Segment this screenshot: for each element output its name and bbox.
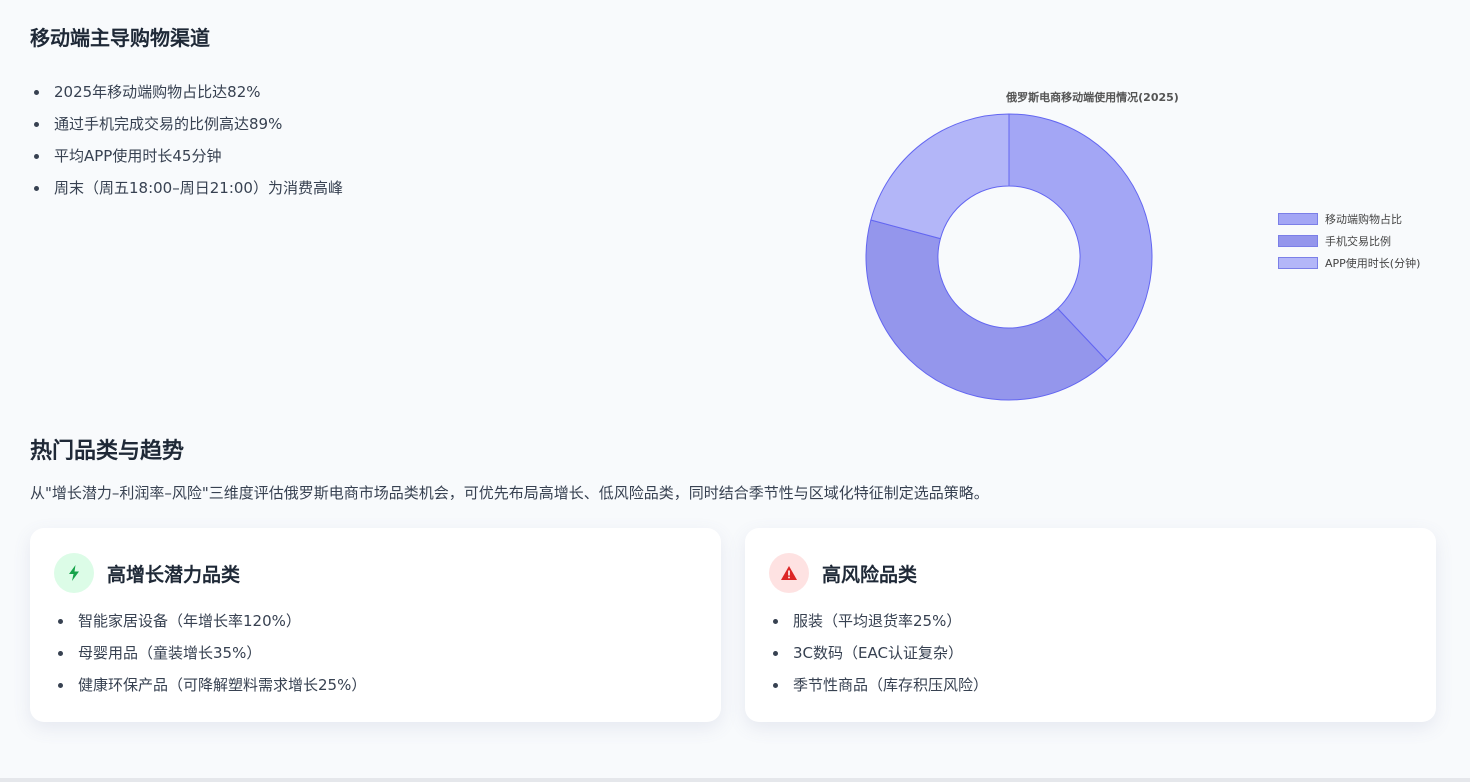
- list-item: 3C数码（EAC认证复杂）: [769, 637, 988, 669]
- chart-legend: 移动端购物占比 手机交易比例 APP使用时长(分钟): [1278, 208, 1420, 274]
- risk-categories-card: 高风险品类 服装（平均退货率25%） 3C数码（EAC认证复杂） 季节性商品（库…: [745, 528, 1436, 722]
- categories-intro: 从"增长潜力–利润率–风险"三维度评估俄罗斯电商市场品类机会，可优先布局高增长、…: [30, 484, 989, 502]
- risk-categories-list: 服装（平均退货率25%） 3C数码（EAC认证复杂） 季节性商品（库存积压风险）: [769, 605, 988, 701]
- card-title: 高增长潜力品类: [107, 563, 241, 586]
- legend-label: 手机交易比例: [1325, 235, 1391, 248]
- list-item: 周末（周五18:00–周日21:00）为消费高峰: [30, 172, 343, 204]
- bottom-edge: [0, 778, 1470, 782]
- mobile-usage-chart: 俄罗斯电商移动端使用情况(2025) 移动端购物占比 手机交易比例 APP使用时长(…: [840, 80, 1460, 410]
- growth-categories-list: 智能家居设备（年增长率120%） 母婴用品（童装增长35%） 健康环保产品（可降…: [54, 605, 366, 701]
- growth-categories-card: 高增长潜力品类 智能家居设备（年增长率120%） 母婴用品（童装增长35%） 健…: [30, 528, 721, 722]
- mobile-section-title: 移动端主导购物渠道: [30, 26, 210, 50]
- categories-section-title: 热门品类与趋势: [30, 439, 185, 464]
- list-item: 健康环保产品（可降解塑料需求增长25%）: [54, 669, 366, 701]
- legend-label: APP使用时长(分钟): [1325, 257, 1421, 270]
- donut-chart: [865, 113, 1153, 401]
- card-title: 高风险品类: [822, 563, 918, 586]
- legend-item[interactable]: 移动端购物占比: [1278, 208, 1420, 230]
- warning-triangle-icon: [769, 553, 809, 593]
- list-item: 服装（平均退货率25%）: [769, 605, 988, 637]
- legend-label: 移动端购物占比: [1325, 213, 1402, 226]
- legend-item[interactable]: 手机交易比例: [1278, 230, 1420, 252]
- list-item: 智能家居设备（年增长率120%）: [54, 605, 366, 637]
- list-item: 母婴用品（童装增长35%）: [54, 637, 366, 669]
- list-item: 通过手机完成交易的比例高达89%: [30, 108, 343, 140]
- card-header: 高增长潜力品类: [54, 553, 240, 593]
- legend-swatch: [1278, 257, 1318, 269]
- lightning-bolt-icon: [54, 553, 94, 593]
- list-item: 2025年移动端购物占比达82%: [30, 76, 343, 108]
- list-item: 季节性商品（库存积压风险）: [769, 669, 988, 701]
- card-header: 高风险品类: [769, 553, 917, 593]
- mobile-stats-list: 2025年移动端购物占比达82% 通过手机完成交易的比例高达89% 平均APP使…: [30, 76, 343, 204]
- pie-slice[interactable]: [1008, 113, 1153, 362]
- pie-slice[interactable]: [870, 113, 1010, 240]
- legend-swatch: [1278, 213, 1318, 225]
- legend-swatch: [1278, 235, 1318, 247]
- legend-item[interactable]: APP使用时长(分钟): [1278, 252, 1420, 274]
- page: 移动端主导购物渠道 2025年移动端购物占比达82% 通过手机完成交易的比例高达…: [0, 0, 1470, 782]
- list-item: 平均APP使用时长45分钟: [30, 140, 343, 172]
